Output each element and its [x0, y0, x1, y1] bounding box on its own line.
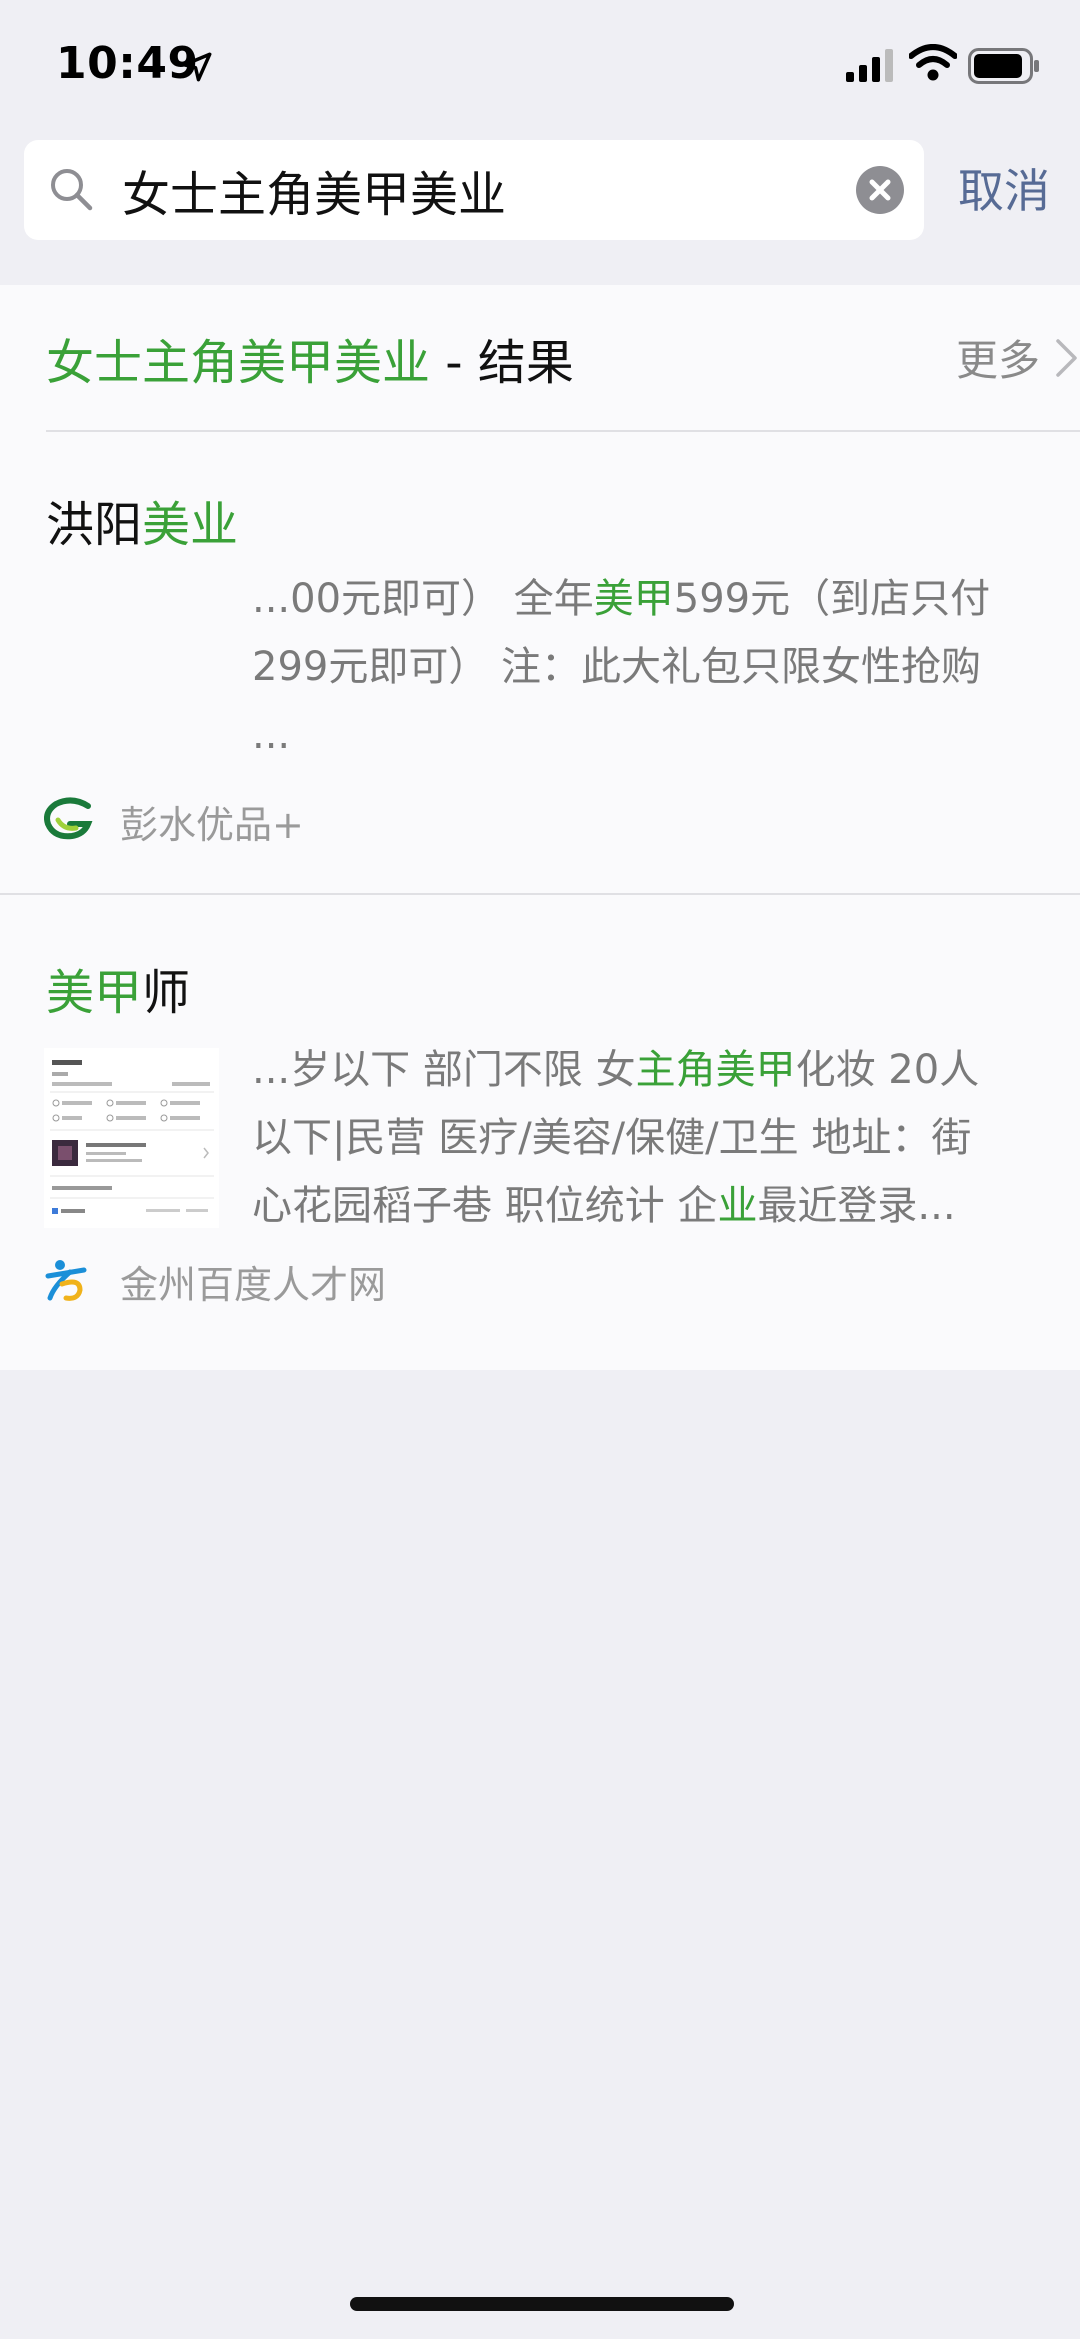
cancel-button[interactable]: 取消	[958, 148, 1050, 234]
snippet-highlight: 主角美甲	[635, 1047, 796, 1093]
chevron-right-icon[interactable]	[1054, 337, 1080, 379]
result-snippet: ...00元即可） 全年美甲599元（到店只付 299元即可） 注：此大礼包只限女…	[252, 565, 1032, 769]
clear-search-button[interactable]	[856, 166, 904, 214]
result-title-text: 洪阳	[46, 497, 143, 553]
snippet-text: 最近登录...	[757, 1183, 956, 1229]
status-bar: 10:49	[0, 0, 1080, 130]
snippet-text: ...00元即可） 全年	[252, 576, 594, 622]
snippet-text: 以下|民营 医疗/美容/保健/卫生 地址：街	[252, 1115, 972, 1161]
source-name: 彭水优品+	[120, 803, 304, 847]
snippet-text: ...岁以下 部门不限 女	[252, 1047, 636, 1093]
close-icon	[869, 179, 891, 201]
search-box[interactable]	[24, 140, 924, 240]
snippet-text: 化妆 20人	[795, 1047, 980, 1093]
result-item[interactable]: 美甲师 ...岁以下 部门不限 女主角美甲化妆 20人 以下|民营 医疗/美容/…	[0, 898, 1080, 1370]
result-title[interactable]: 洪阳美业	[46, 485, 238, 555]
results-header-title: 女士主角美甲美业 - 结果	[46, 323, 574, 393]
more-button[interactable]: 更多	[956, 327, 1040, 388]
snippet-text: 心花园稻子巷 职位统计 企	[252, 1183, 718, 1229]
results-header-suffix: - 结果	[430, 335, 574, 391]
source-name: 金州百度人才网	[120, 1263, 387, 1307]
snippet-text: ...	[252, 712, 291, 758]
status-time: 10:49	[56, 38, 199, 89]
result-title-highlight: 美业	[142, 497, 239, 553]
snippet-highlight: 美甲	[593, 576, 674, 622]
result-snippet: ...岁以下 部门不限 女主角美甲化妆 20人以下|民营 医疗/美容/保健/卫生…	[252, 1036, 1032, 1240]
location-arrow-icon	[182, 52, 212, 82]
battery-icon	[968, 48, 1039, 84]
results-header-query: 女士主角美甲美业	[46, 335, 431, 391]
cellular-signal-icon	[846, 49, 893, 82]
snippet-text: 299元即可） 注：此大礼包只限女性抢购	[252, 644, 982, 690]
snippet-text: 599元（到店只付	[673, 576, 991, 622]
result-item[interactable]: 洪阳美业 ...00元即可） 全年美甲599元（到店只付 299元即可） 注：此大…	[0, 435, 1080, 895]
search-icon	[51, 169, 93, 211]
search-input[interactable]	[102, 140, 862, 240]
snippet-highlight: 业	[717, 1183, 758, 1229]
talent-network-logo-icon	[45, 1260, 87, 1301]
job-page-preview-image	[44, 1048, 219, 1228]
results-header: 女士主角美甲美业 - 结果 更多	[46, 285, 1080, 432]
result-title-highlight: 美甲	[46, 965, 143, 1021]
result-title[interactable]: 美甲师	[46, 953, 190, 1023]
results-card: 女士主角美甲美业 - 结果 更多 洪阳美业 ...00元即可） 全年美甲599元…	[0, 285, 1080, 1370]
result-title-text: 师	[142, 965, 191, 1021]
result-thumbnail	[44, 1048, 219, 1228]
pengshui-logo-icon	[44, 797, 93, 840]
more-label: 更多	[955, 336, 1040, 385]
home-indicator[interactable]	[350, 2297, 734, 2311]
wifi-icon	[909, 44, 957, 81]
